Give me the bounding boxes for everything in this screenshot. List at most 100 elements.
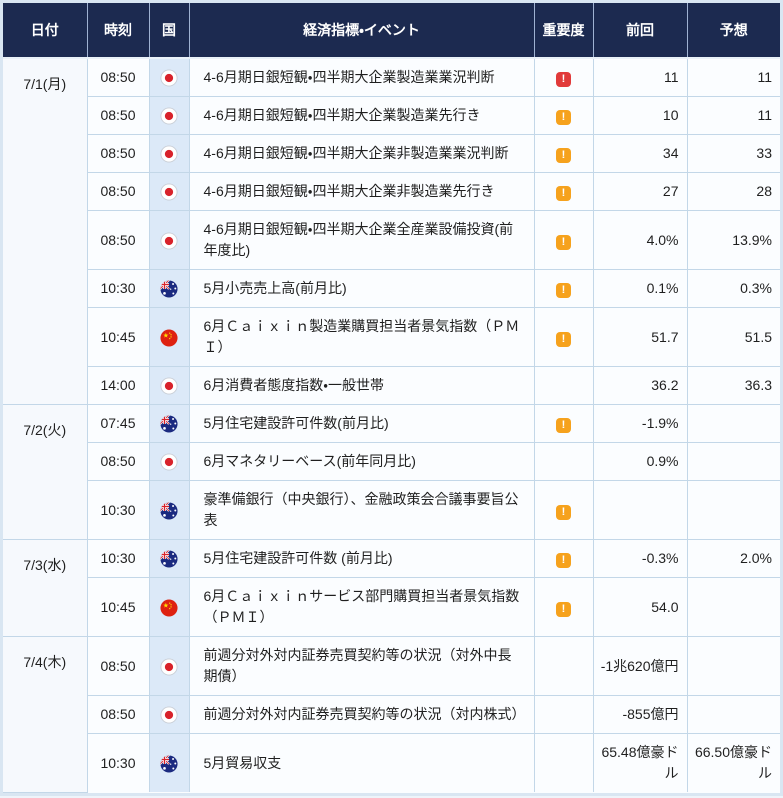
country-cell (148, 480, 190, 540)
previous-cell: 36.2 (592, 366, 688, 405)
header-country: 国 (148, 3, 189, 59)
importance-cell: ! (533, 733, 594, 792)
japan-flag-icon (160, 69, 178, 87)
time-cell: 10:45 (87, 577, 150, 637)
previous-cell: -1.9% (592, 404, 688, 443)
japan-flag-icon (160, 145, 178, 163)
country-flag-icon (160, 143, 178, 161)
table-row: 7/4(木) 08:50 前週分対外対内証券売買契約等の状況（対外中長期債） !… (3, 636, 780, 793)
forecast-cell: 2.0% (686, 539, 780, 578)
event-cell: 4-6月期日銀短観・四半期大企業全産業設備投資(前年度比) (188, 210, 535, 270)
importance-cell: ! (533, 577, 594, 637)
event-cell: 前週分対外対内証券売買契約等の状況（対外中長期債） (188, 636, 535, 696)
country-flag-icon (160, 230, 178, 248)
importance-cell: ! (533, 695, 594, 734)
forecast-cell (686, 577, 780, 637)
table-row: 10:45 6月Ｃａｉｘｉｎサービス部門購買担当者景気指数（ＰＭＩ） ! 54.… (3, 577, 780, 637)
time-cell: 10:45 (87, 307, 150, 367)
country-cell (148, 442, 190, 481)
table-row: 08:50 前週分対外対内証券売買契約等の状況（対内株式） ! -855億円 (3, 695, 780, 734)
time-cell: 08:50 (87, 172, 150, 211)
event-cell: 4-6月期日銀短観・四半期大企業非製造業業況判断 (188, 134, 535, 173)
importance-icon: ! (556, 601, 571, 617)
header-row: 日付 時刻 国 経済指標・イベント 重要度 前回 予想 (3, 3, 780, 59)
forecast-cell: 11 (686, 96, 780, 135)
time-cell: 08:50 (87, 695, 150, 734)
country-cell (148, 539, 190, 578)
time-cell: 08:50 (86, 57, 150, 97)
event-cell: 6月マネタリーベース(前年同月比) (188, 442, 535, 481)
japan-flag-icon (160, 706, 178, 724)
event-cell: 4-6月期日銀短観・四半期大企業製造業業況判断 (188, 57, 535, 97)
importance-cell: ! (533, 636, 594, 696)
event-cell: 4-6月期日銀短観・四半期大企業非製造業先行き (188, 172, 535, 211)
economic-calendar: 日付 時刻 国 経済指標・イベント 重要度 前回 予想 7/1(月) 08:50… (0, 0, 783, 796)
country-cell (148, 695, 190, 734)
country-flag-icon (160, 375, 178, 393)
previous-cell: -0.3% (592, 539, 688, 578)
importance-cell: ! (533, 404, 594, 443)
importance-icon: ! (556, 553, 571, 568)
date-cell: 7/3(水) (3, 539, 88, 637)
previous-cell: 11 (592, 57, 688, 97)
table-row: 7/1(月) 08:50 4-6月期日銀短観・四半期大企業製造業業況判断 ! 1… (3, 57, 780, 405)
country-flag-icon (160, 278, 178, 296)
time-cell: 08:50 (87, 134, 150, 173)
forecast-cell (686, 636, 780, 696)
time-cell: 10:30 (86, 539, 150, 578)
event-cell: 5月住宅建設許可件数 (前月比) (188, 539, 535, 578)
header-event: 経済指標・イベント (188, 3, 534, 59)
importance-cell: ! (533, 307, 594, 367)
country-flag-icon (160, 181, 178, 199)
australia-flag-icon (160, 415, 178, 433)
time-cell: 10:30 (87, 733, 150, 792)
country-flag-icon (160, 704, 178, 722)
header-forecast: 予想 (686, 3, 780, 59)
header-time: 時刻 (86, 3, 149, 59)
importance-cell: ! (533, 210, 594, 270)
importance-icon: ! (556, 331, 571, 347)
header-date: 日付 (3, 3, 87, 59)
event-cell: 豪準備銀行（中央銀行）、金融政策会合議事要旨公表 (188, 480, 535, 540)
importance-icon: ! (556, 283, 571, 298)
table-row: 08:50 4-6月期日銀短観・四半期大企業製造業先行き ! 10 11 (3, 96, 780, 135)
country-flag-icon (160, 67, 178, 85)
previous-cell: 27 (592, 172, 688, 211)
importance-icon: ! (556, 186, 571, 201)
importance-cell: ! (533, 96, 594, 135)
importance-cell: ! (533, 57, 594, 97)
date-cell: 7/2(火) (3, 404, 88, 540)
table-row: 08:50 4-6月期日銀短観・四半期大企業全産業設備投資(前年度比) ! 4.… (3, 210, 780, 270)
japan-flag-icon (160, 232, 178, 250)
event-cell: 6月Ｃａｉｘｉｎ製造業購買担当者景気指数（ＰＭＩ） (188, 307, 535, 367)
time-cell: 10:30 (87, 269, 150, 308)
australia-flag-icon (160, 280, 178, 298)
header-importance: 重要度 (533, 3, 593, 59)
japan-flag-icon (160, 377, 178, 395)
previous-cell: 34 (592, 134, 688, 173)
forecast-cell (686, 442, 780, 481)
country-flag-icon (160, 548, 178, 566)
importance-cell: ! (533, 172, 594, 211)
importance-cell: ! (533, 366, 594, 405)
country-cell (148, 57, 190, 97)
importance-cell: ! (533, 134, 594, 173)
table-row: 08:50 6月マネタリーベース(前年同月比) ! 0.9% (3, 442, 780, 481)
table-row: 7/2(火) 07:45 5月住宅建設許可件数(前月比) ! -1.9% (3, 404, 780, 540)
australia-flag-icon (160, 502, 178, 520)
event-cell: 5月小売売上高(前月比) (188, 269, 535, 308)
forecast-cell: 0.3% (686, 269, 780, 308)
table-row: 14:00 6月消費者態度指数・一般世帯 ! 36.2 36.3 (3, 366, 780, 405)
time-cell: 08:50 (87, 210, 150, 270)
australia-flag-icon (160, 550, 178, 568)
forecast-cell: 11 (686, 57, 780, 97)
importance-icon: ! (556, 418, 571, 433)
japan-flag-icon (160, 658, 178, 676)
forecast-cell: 66.50億豪ドル (686, 733, 780, 792)
country-cell (148, 404, 190, 443)
time-cell: 08:50 (87, 442, 150, 481)
china-flag-icon (160, 329, 178, 347)
table-row: 10:30 豪準備銀行（中央銀行）、金融政策会合議事要旨公表 ! (3, 480, 780, 540)
importance-cell: ! (533, 442, 594, 481)
importance-icon: ! (556, 110, 571, 125)
